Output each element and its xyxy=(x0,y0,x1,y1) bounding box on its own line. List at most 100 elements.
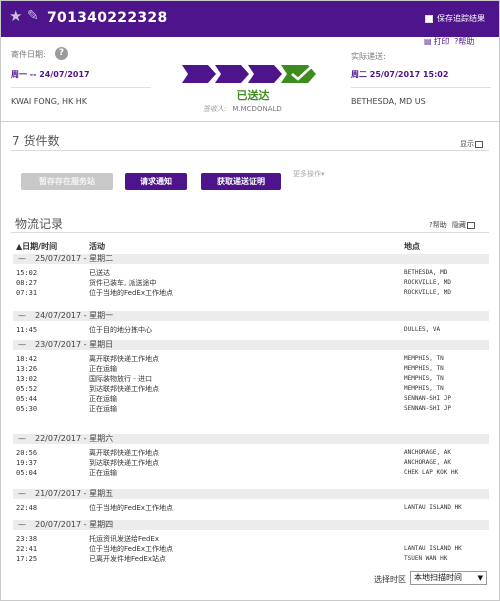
history-help-link[interactable]: 帮助 xyxy=(433,221,447,229)
divider xyxy=(11,87,151,88)
history-table-header: ▲日期/时间 活动 地点 xyxy=(13,241,489,252)
history-row: 20:56 离开联邦快递工作地点 ANCHORAGE, AK xyxy=(13,448,489,458)
history-activity: 正在运输 xyxy=(89,365,117,373)
history-date-group[interactable]: — 23/07/2017 - 星期日 xyxy=(13,340,489,350)
pieces-count: 7 货件数 xyxy=(12,134,60,148)
history-activity: 托运资讯发送给FedEx xyxy=(89,535,159,543)
status-delivered: 已送达 xyxy=(236,89,270,102)
display-toggle[interactable]: 显示 xyxy=(460,139,483,149)
history-time: 19:37 xyxy=(16,459,38,467)
collapse-dash-icon[interactable]: — xyxy=(18,311,26,321)
history-location: MEMPHIS, TN xyxy=(404,365,444,372)
history-title: 物流记录 xyxy=(15,217,64,231)
progress-step xyxy=(248,65,282,83)
history-time: 17:25 xyxy=(16,555,38,563)
signed-by: 签收人: M.MCDONALD xyxy=(203,104,282,114)
collapse-dash-icon[interactable]: — xyxy=(18,254,26,264)
history-activity: 位于当地的FedEx工作地点 xyxy=(89,289,173,297)
history-row: 07:31 位于当地的FedEx工作地点 ROCKVILLE, MD xyxy=(13,288,489,298)
origin-location: KWAI FONG, HK HK xyxy=(11,97,88,106)
signer-label: 签收人: xyxy=(203,105,227,113)
hold-at-location-button[interactable]: 暂存存在服务站 xyxy=(21,173,113,190)
collapse-dash-icon[interactable]: — xyxy=(18,434,26,444)
history-row: 17:25 已离开发件地FedEx站点 TSUEN WAN HK xyxy=(13,554,489,564)
timezone-label: 选择时区 xyxy=(374,575,406,584)
history-row: 18:42 离开联邦快递工作地点 MEMPHIS, TN xyxy=(13,354,489,364)
history-time: 05:44 xyxy=(16,395,38,403)
history-location: BETHESDA, MD xyxy=(404,269,448,276)
history-location: DULLES, VA xyxy=(404,326,441,333)
history-date: 22/07/2017 - 星期六 xyxy=(35,434,114,443)
delivery-date-label: 实际递送: xyxy=(351,52,386,61)
col-location-header: 地点 xyxy=(404,242,420,251)
history-row: 05:30 正在运输 SENNAN-SHI JP xyxy=(13,404,489,414)
history-location: ROCKVILLE, MD xyxy=(404,289,451,296)
history-time: 05:30 xyxy=(16,405,38,413)
history-activity: 位于当地的FedEx工作地点 xyxy=(89,504,173,512)
history-location: MEMPHIS, TN xyxy=(404,385,444,392)
history-location: CHEK LAP KOK HK xyxy=(404,469,459,476)
print-help-links: ▤ 打印 ?帮助 xyxy=(422,36,474,47)
question-icon[interactable]: ? xyxy=(55,47,68,60)
history-time: 13:26 xyxy=(16,365,38,373)
save-results-label[interactable]: 保存追踪结果 xyxy=(437,14,485,24)
expand-icon xyxy=(475,140,483,148)
history-date: 20/07/2017 - 星期四 xyxy=(35,520,114,529)
history-time: 11:45 xyxy=(16,326,38,334)
timezone-select[interactable]: 本地扫描时间 ▼ xyxy=(410,571,487,585)
history-date-group[interactable]: — 25/07/2017 - 星期二 xyxy=(13,254,489,264)
divider xyxy=(351,87,491,88)
help-link[interactable]: 帮助 xyxy=(458,37,474,46)
more-actions-dropdown[interactable]: 更多操作▾ xyxy=(293,169,325,179)
pencil-icon[interactable]: ✎ xyxy=(27,9,39,24)
history-time: 08:27 xyxy=(16,279,38,287)
proof-of-delivery-button[interactable]: 获取递送证明 xyxy=(201,173,281,190)
ship-date-label: 寄件日期: xyxy=(11,50,46,59)
history-activity: 已离开发件地FedEx站点 xyxy=(89,555,166,563)
timezone-selected: 本地扫描时间 xyxy=(414,573,462,582)
printer-icon[interactable]: ▤ xyxy=(424,37,432,46)
history-location: SENNAN-SHI JP xyxy=(404,395,451,402)
history-row: 15:02 已送达 BETHESDA, MD xyxy=(13,268,489,278)
history-links: ?帮助 隐藏 xyxy=(429,220,475,230)
history-time: 22:41 xyxy=(16,545,38,553)
history-date-group[interactable]: — 24/07/2017 - 星期一 xyxy=(13,311,489,321)
history-location: LANTAU ISLAND HK xyxy=(404,504,462,511)
history-location: ANCHORAGE, AK xyxy=(404,459,451,466)
print-link[interactable]: 打印 xyxy=(434,37,450,46)
history-row: 13:02 国际装物放行 - 进口 MEMPHIS, TN xyxy=(13,374,489,384)
history-location: MEMPHIS, TN xyxy=(404,355,444,362)
history-row: 19:37 到达联邦快递工作地点 ANCHORAGE, AK xyxy=(13,458,489,468)
history-activity: 位于当地的FedEx工作地点 xyxy=(89,545,173,553)
history-activity: 货件已装车, 派送途中 xyxy=(89,279,157,287)
history-location: SENNAN-SHI JP xyxy=(404,405,451,412)
destination-location: BETHESDA, MD US xyxy=(351,97,426,106)
history-location: ROCKVILLE, MD xyxy=(404,279,451,286)
history-activity: 离开联邦快递工作地点 xyxy=(89,355,159,363)
history-time: 22:48 xyxy=(16,504,38,512)
divider xyxy=(11,150,489,151)
save-results-checkbox[interactable] xyxy=(425,15,433,23)
history-date-group[interactable]: — 20/07/2017 - 星期四 xyxy=(13,520,489,530)
history-activity: 到达联邦快递工作地点 xyxy=(89,385,159,393)
history-date-group[interactable]: — 22/07/2017 - 星期六 xyxy=(13,434,489,444)
delivery-date: 周二 25/07/2017 15:02 xyxy=(351,70,449,79)
history-time: 07:31 xyxy=(16,289,38,297)
request-notification-button[interactable]: 请求通知 xyxy=(125,173,187,190)
history-row: 23:38 托运资讯发送给FedEx xyxy=(13,534,489,544)
collapse-dash-icon[interactable]: — xyxy=(18,340,26,350)
tracking-header-bar: ★ ✎ 701340222328 保存追踪结果 xyxy=(1,1,499,37)
progress-step xyxy=(215,65,249,83)
collapse-dash-icon[interactable]: — xyxy=(18,520,26,530)
history-collapse-link[interactable]: 隐藏 xyxy=(452,221,466,229)
star-icon[interactable]: ★ xyxy=(9,9,22,24)
collapse-icon[interactable] xyxy=(466,221,475,229)
col-datetime-header[interactable]: ▲日期/时间 xyxy=(16,241,57,252)
history-date-group[interactable]: — 21/07/2017 - 星期五 xyxy=(13,489,489,499)
progress-bar xyxy=(182,65,316,83)
progress-step xyxy=(182,65,216,83)
history-row: 05:04 正在运输 CHEK LAP KOK HK xyxy=(13,468,489,478)
display-label: 显示 xyxy=(460,140,474,148)
collapse-dash-icon[interactable]: — xyxy=(18,489,26,499)
tracking-page: ★ ✎ 701340222328 保存追踪结果 ▤ 打印 ?帮助 寄件日期: ? … xyxy=(0,0,500,601)
